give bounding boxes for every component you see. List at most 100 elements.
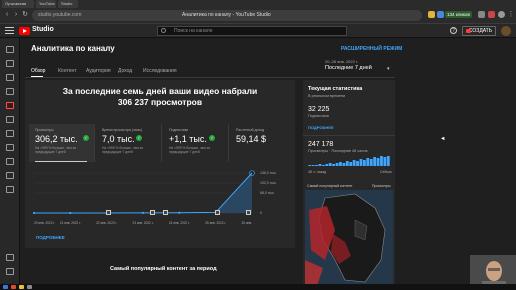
app-icon[interactable]	[19, 285, 24, 289]
help-icon[interactable]: ?	[450, 27, 457, 34]
url-text: studio.youtube.com	[38, 12, 82, 18]
popular-content-heading: Самый популярный контент за период	[110, 266, 217, 272]
sidebar-item-comments-icon[interactable]	[6, 116, 14, 123]
metric-watch-time[interactable]: Время просмотра (часы) 7,0 тыс. ✓ На >99…	[96, 124, 162, 162]
realtime-more-button[interactable]: ПОДРОБНЕЕ	[308, 125, 334, 130]
realtime-views-caption: Просмотры	[372, 184, 391, 188]
search-input[interactable]: Поиск на канале	[157, 26, 347, 36]
metric-value: 59,14 $	[236, 134, 267, 144]
video-marker-icon[interactable]	[163, 210, 168, 215]
video-marker-icon[interactable]	[215, 210, 220, 215]
sidebar-item-copyright-icon[interactable]	[6, 144, 14, 151]
realtime-bar	[328, 163, 332, 166]
extension-icon[interactable]	[437, 11, 444, 18]
metric-value: 306,2 тыс.	[35, 134, 78, 144]
tab-research[interactable]: Исследования	[143, 68, 177, 74]
extension-icon[interactable]	[488, 11, 495, 18]
youtube-logo-icon[interactable]	[19, 27, 30, 35]
advanced-mode-button[interactable]: РАСШИРЕННЫЙ РЕЖИМ	[341, 46, 402, 52]
app-icon[interactable]	[11, 285, 16, 289]
chevron-down-icon[interactable]: ▾	[387, 66, 390, 72]
address-bar[interactable]: studio.youtube.com Аналитика по каналу -…	[32, 10, 422, 21]
divider	[303, 135, 395, 136]
realtime-bar	[342, 163, 346, 166]
metric-subscribers[interactable]: Подписчики +1,1 тыс. ✓ На >999 % больше,…	[163, 124, 229, 162]
realtime-popular-caption: Самый популярный контент	[307, 184, 353, 188]
sidebar-item-audio-icon[interactable]	[6, 186, 14, 193]
realtime-bar-chart[interactable]	[308, 156, 390, 166]
feedback-icon[interactable]	[6, 268, 14, 275]
sidebar-item-customization-icon[interactable]	[6, 172, 14, 179]
metric-views[interactable]: Просмотры 306,2 тыс. ✓ На >999 % больше,…	[29, 124, 95, 162]
window-title: Аналитика по каналу - YouTube Studio	[182, 12, 271, 18]
app-icon[interactable]	[27, 285, 32, 289]
video-marker-icon[interactable]	[150, 210, 155, 215]
check-icon: ✓	[136, 135, 142, 141]
metric-selected-indicator	[35, 161, 87, 162]
browser-tab-1[interactable]: Лучковская	[2, 0, 34, 8]
x-tick-label: 26 янв.	[242, 221, 253, 225]
metric-label: Подписчики	[169, 128, 189, 132]
settings-icon[interactable]	[6, 254, 14, 261]
tab-audience[interactable]: Аудитория	[86, 68, 111, 74]
metric-label: Время просмотра (часы)	[102, 128, 143, 132]
profile-icon[interactable]	[498, 11, 505, 18]
tabs-divider	[25, 77, 395, 78]
metric-label: Просмотры	[35, 128, 54, 132]
video-marker-icon[interactable]	[106, 210, 111, 215]
tab-content[interactable]: Контент	[58, 68, 77, 74]
sidebar-item-analytics-icon[interactable]	[6, 102, 14, 109]
y-tick-label: 102,0 тыс.	[260, 181, 277, 185]
realtime-bar	[345, 161, 349, 166]
date-range-label[interactable]: 20–26 янв. 2022 г.	[325, 59, 358, 64]
realtime-bar	[332, 164, 336, 166]
back-icon[interactable]: ‹	[3, 11, 11, 19]
realtime-bar	[356, 161, 359, 166]
avatar[interactable]	[501, 26, 511, 36]
sidebar-item-content-icon[interactable]	[6, 74, 14, 81]
studio-logo-text[interactable]: Studio	[32, 26, 54, 33]
metric-note: На >999 % больше, чем за предыдущие 7 дн…	[35, 146, 77, 154]
tab-overview[interactable]: Обзор	[31, 68, 45, 74]
metric-note: На >999 % больше, чем за предыдущие 7 дн…	[102, 146, 144, 154]
more-button[interactable]: ПОДРОБНЕЕ	[36, 235, 65, 240]
sidebar-item-subtitles-icon[interactable]	[6, 130, 14, 137]
browser-tab-2[interactable]: YouTube	[36, 0, 56, 8]
video-thumbnail[interactable]	[305, 190, 393, 286]
browser-tab-3[interactable]: Studio	[58, 0, 78, 8]
taskbar	[0, 284, 516, 290]
metric-note: На >999 % больше, чем за предыдущие 7 дн…	[169, 146, 211, 154]
realtime-subscribers-label: Подписчики	[308, 114, 329, 118]
tab-active-indicator	[31, 76, 43, 77]
realtime-bar	[352, 160, 356, 166]
overview-headline: За последние семь дней ваши видео набрал…	[25, 86, 295, 108]
realtime-bar	[315, 165, 318, 166]
realtime-bar	[349, 162, 353, 166]
realtime-subtitle: В реальном времени	[308, 94, 346, 98]
realtime-left-caption: 48 ч. назад	[308, 170, 327, 174]
sidebar-item-monetization-icon[interactable]	[6, 158, 14, 165]
x-tick-label: 25 янв. 2022 г.	[205, 221, 226, 225]
views-chart[interactable]: 136,0 тыс. 102,0 тыс. 68,0 тыс. 0 20 янв. 2…	[30, 167, 288, 227]
tab-revenue[interactable]: Доход	[118, 68, 132, 74]
realtime-bar	[318, 164, 322, 166]
video-marker-icon[interactable]	[246, 210, 251, 215]
date-range-select[interactable]: Последние 7 дней	[325, 65, 372, 71]
sidebar-item-channel-icon[interactable]	[6, 46, 14, 53]
hamburger-icon[interactable]	[5, 27, 14, 35]
extension-icon[interactable]	[478, 11, 485, 18]
realtime-bar	[383, 157, 387, 166]
metric-value: 7,0 тыс.	[102, 134, 135, 144]
chart-point	[178, 211, 181, 214]
sidebar-item-dashboard-icon[interactable]	[6, 60, 14, 67]
reload-icon[interactable]: ↻	[21, 11, 29, 19]
x-tick-label: 24 янв. 2022 г.	[169, 221, 190, 225]
sidebar-item-playlists-icon[interactable]	[6, 88, 14, 95]
start-icon[interactable]	[3, 285, 8, 289]
extension-icon[interactable]	[428, 11, 435, 18]
create-button[interactable]: СОЗДАТЬ	[462, 26, 496, 36]
menu-dots-icon[interactable]: ⋮	[507, 11, 515, 19]
extension-badge[interactable]: 134 кликов	[445, 11, 472, 18]
forward-icon[interactable]: ›	[12, 11, 20, 19]
metric-revenue[interactable]: Расчетный доход 59,14 $	[230, 124, 292, 162]
